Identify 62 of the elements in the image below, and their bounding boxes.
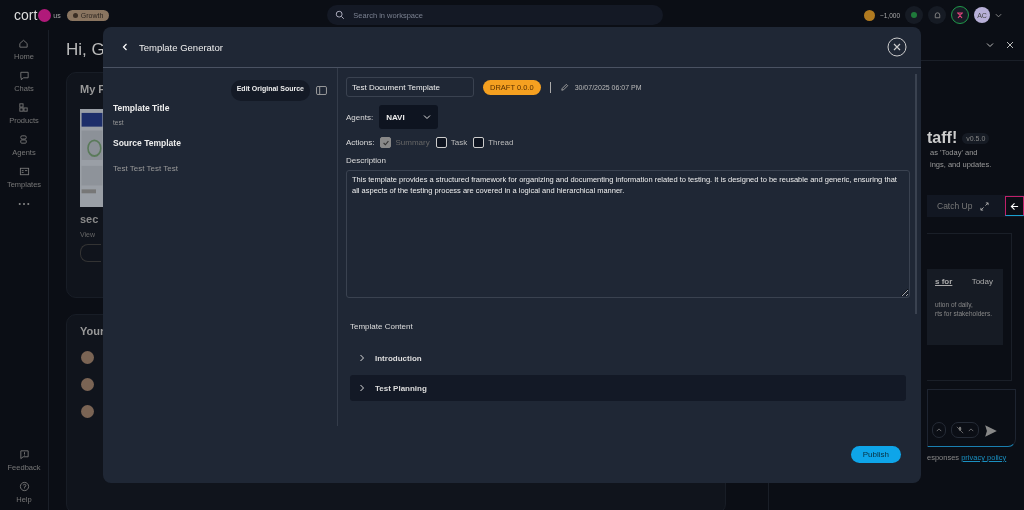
close-icon[interactable] xyxy=(1006,41,1014,49)
send-icon[interactable] xyxy=(984,424,998,438)
status-button[interactable] xyxy=(905,6,923,24)
field-label: Actions: xyxy=(346,138,375,147)
chevron-right-icon xyxy=(358,354,366,362)
collapse-icon[interactable] xyxy=(986,41,994,49)
section-row[interactable]: Introduction xyxy=(350,345,906,371)
close-icon[interactable] xyxy=(887,37,907,57)
caret-up-icon xyxy=(936,427,942,433)
publish-button[interactable]: Publish xyxy=(850,446,901,463)
document-icon xyxy=(81,351,94,364)
sidebar-toggle-icon[interactable] xyxy=(316,86,327,95)
coin-icon xyxy=(863,9,875,21)
panel-heading: taff! xyxy=(927,129,958,147)
message-composer[interactable] xyxy=(927,389,1016,447)
back-icon[interactable] xyxy=(121,43,129,51)
agent-icon xyxy=(955,10,965,20)
mic-button[interactable] xyxy=(951,422,979,438)
agent-dropdown[interactable]: NAVI xyxy=(379,105,439,129)
card-title: Your xyxy=(80,325,105,337)
mic-off-icon xyxy=(956,426,964,434)
field-label: Source Template xyxy=(113,138,182,148)
card-link[interactable]: s for xyxy=(935,277,953,286)
notification-button[interactable] xyxy=(928,6,946,24)
field-label: Agents: xyxy=(346,112,374,122)
arrow-left-icon xyxy=(1010,201,1019,211)
document-icon xyxy=(81,378,94,391)
caret-icon xyxy=(995,11,1002,19)
section-row[interactable]: Test Planning xyxy=(350,375,906,401)
feedback-icon xyxy=(18,449,30,460)
greeting: Hi, G xyxy=(66,40,105,60)
caret-up-icon xyxy=(968,427,974,433)
products-icon xyxy=(18,102,30,113)
home-icon xyxy=(18,38,30,49)
search-icon xyxy=(335,10,346,20)
checkbox-label: Task xyxy=(450,138,468,147)
section-heading: Template Content xyxy=(350,322,413,331)
document-icon xyxy=(81,405,94,418)
pencil-icon xyxy=(559,82,569,92)
checkbox[interactable] xyxy=(473,137,485,148)
back-arrow-button[interactable] xyxy=(1005,196,1024,216)
chevron-right-icon xyxy=(358,384,366,392)
chat-icon xyxy=(18,70,30,81)
tab[interactable]: Catch Up xyxy=(937,201,973,211)
card-date: Today xyxy=(971,277,993,286)
check-icon xyxy=(381,138,390,147)
more-icon[interactable] xyxy=(18,202,30,206)
help-icon xyxy=(18,481,30,492)
templates-icon xyxy=(18,166,30,177)
document-name-field[interactable]: Test Document Template xyxy=(346,77,474,97)
chevron-down-icon xyxy=(423,113,432,121)
item-title: sec xyxy=(80,213,99,225)
agent-button[interactable] xyxy=(951,6,969,24)
agents-icon xyxy=(18,134,30,145)
expand-icon[interactable] xyxy=(980,201,990,211)
checkbox-label: Summary xyxy=(395,138,430,147)
field-label: Description xyxy=(346,156,386,165)
source-template-text: Test Test Test Test xyxy=(113,164,179,173)
checkbox-label: Thread xyxy=(488,138,514,147)
checkbox[interactable] xyxy=(435,137,447,148)
dialog-title: Template Generator xyxy=(139,41,223,53)
field-label: Template Title xyxy=(113,103,171,113)
